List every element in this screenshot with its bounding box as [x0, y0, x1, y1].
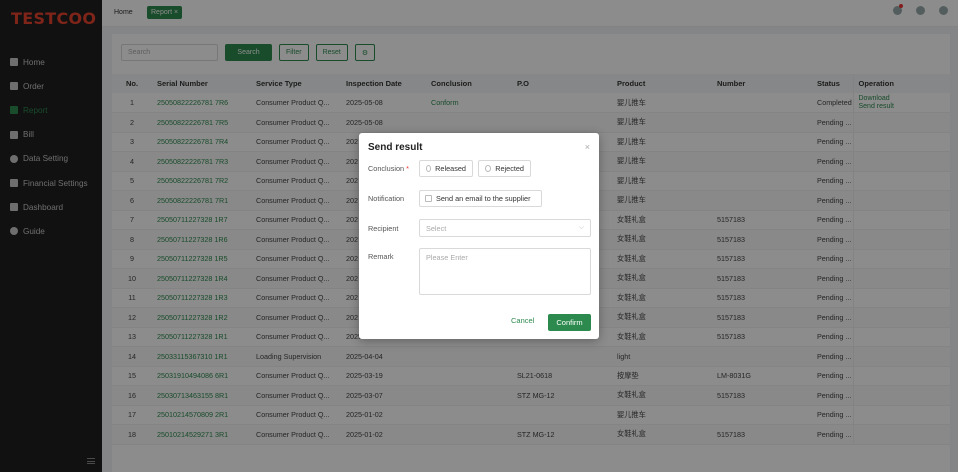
close-icon[interactable]: ×: [585, 142, 590, 152]
required-mark: *: [406, 164, 409, 173]
modal-title: Send result: [368, 142, 423, 153]
released-label: Released: [435, 164, 466, 173]
notification-label: Notification: [368, 194, 405, 203]
rejected-radio[interactable]: Rejected: [478, 160, 531, 177]
radio-dot-icon: [426, 165, 432, 172]
remark-textarea[interactable]: Please Enter: [419, 248, 591, 295]
checkbox-icon: [425, 195, 432, 202]
remark-label: Remark: [368, 252, 394, 261]
email-supplier-checkbox[interactable]: Send an email to the supplier: [419, 190, 542, 207]
app-root: TESTCOO Home Order Report Bill Data Sett…: [0, 0, 958, 472]
cancel-button[interactable]: Cancel: [511, 316, 534, 325]
released-radio[interactable]: Released: [419, 160, 473, 177]
rejected-label: Rejected: [495, 164, 524, 173]
radio-dot-icon: [485, 165, 492, 172]
send-result-modal: Send result × Conclusion * Released Reje…: [359, 133, 599, 339]
confirm-button[interactable]: Confirm: [548, 314, 591, 331]
conclusion-label-text: Conclusion: [368, 164, 405, 173]
recipient-placeholder: Select: [426, 223, 447, 233]
chevron-down-icon: ⌵: [578, 224, 584, 231]
conclusion-label: Conclusion *: [368, 164, 409, 173]
recipient-select[interactable]: Select ⌵: [419, 219, 591, 237]
recipient-label: Recipient: [368, 224, 399, 233]
email-supplier-label: Send an email to the supplier: [436, 194, 531, 203]
